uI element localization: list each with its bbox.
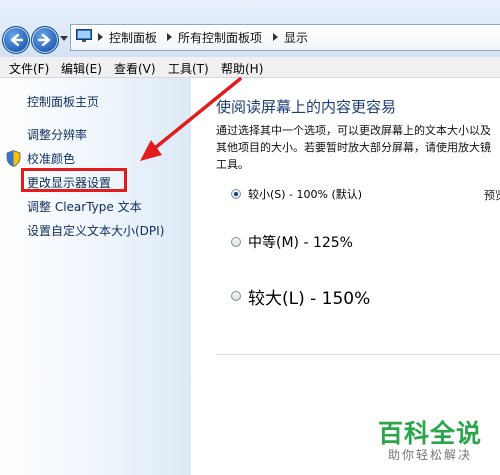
red-arrow-annotation [140,77,242,161]
watermark-slogan: 助你轻松解决 [388,448,473,462]
watermark-logo-text: 百科全说 [378,419,483,448]
